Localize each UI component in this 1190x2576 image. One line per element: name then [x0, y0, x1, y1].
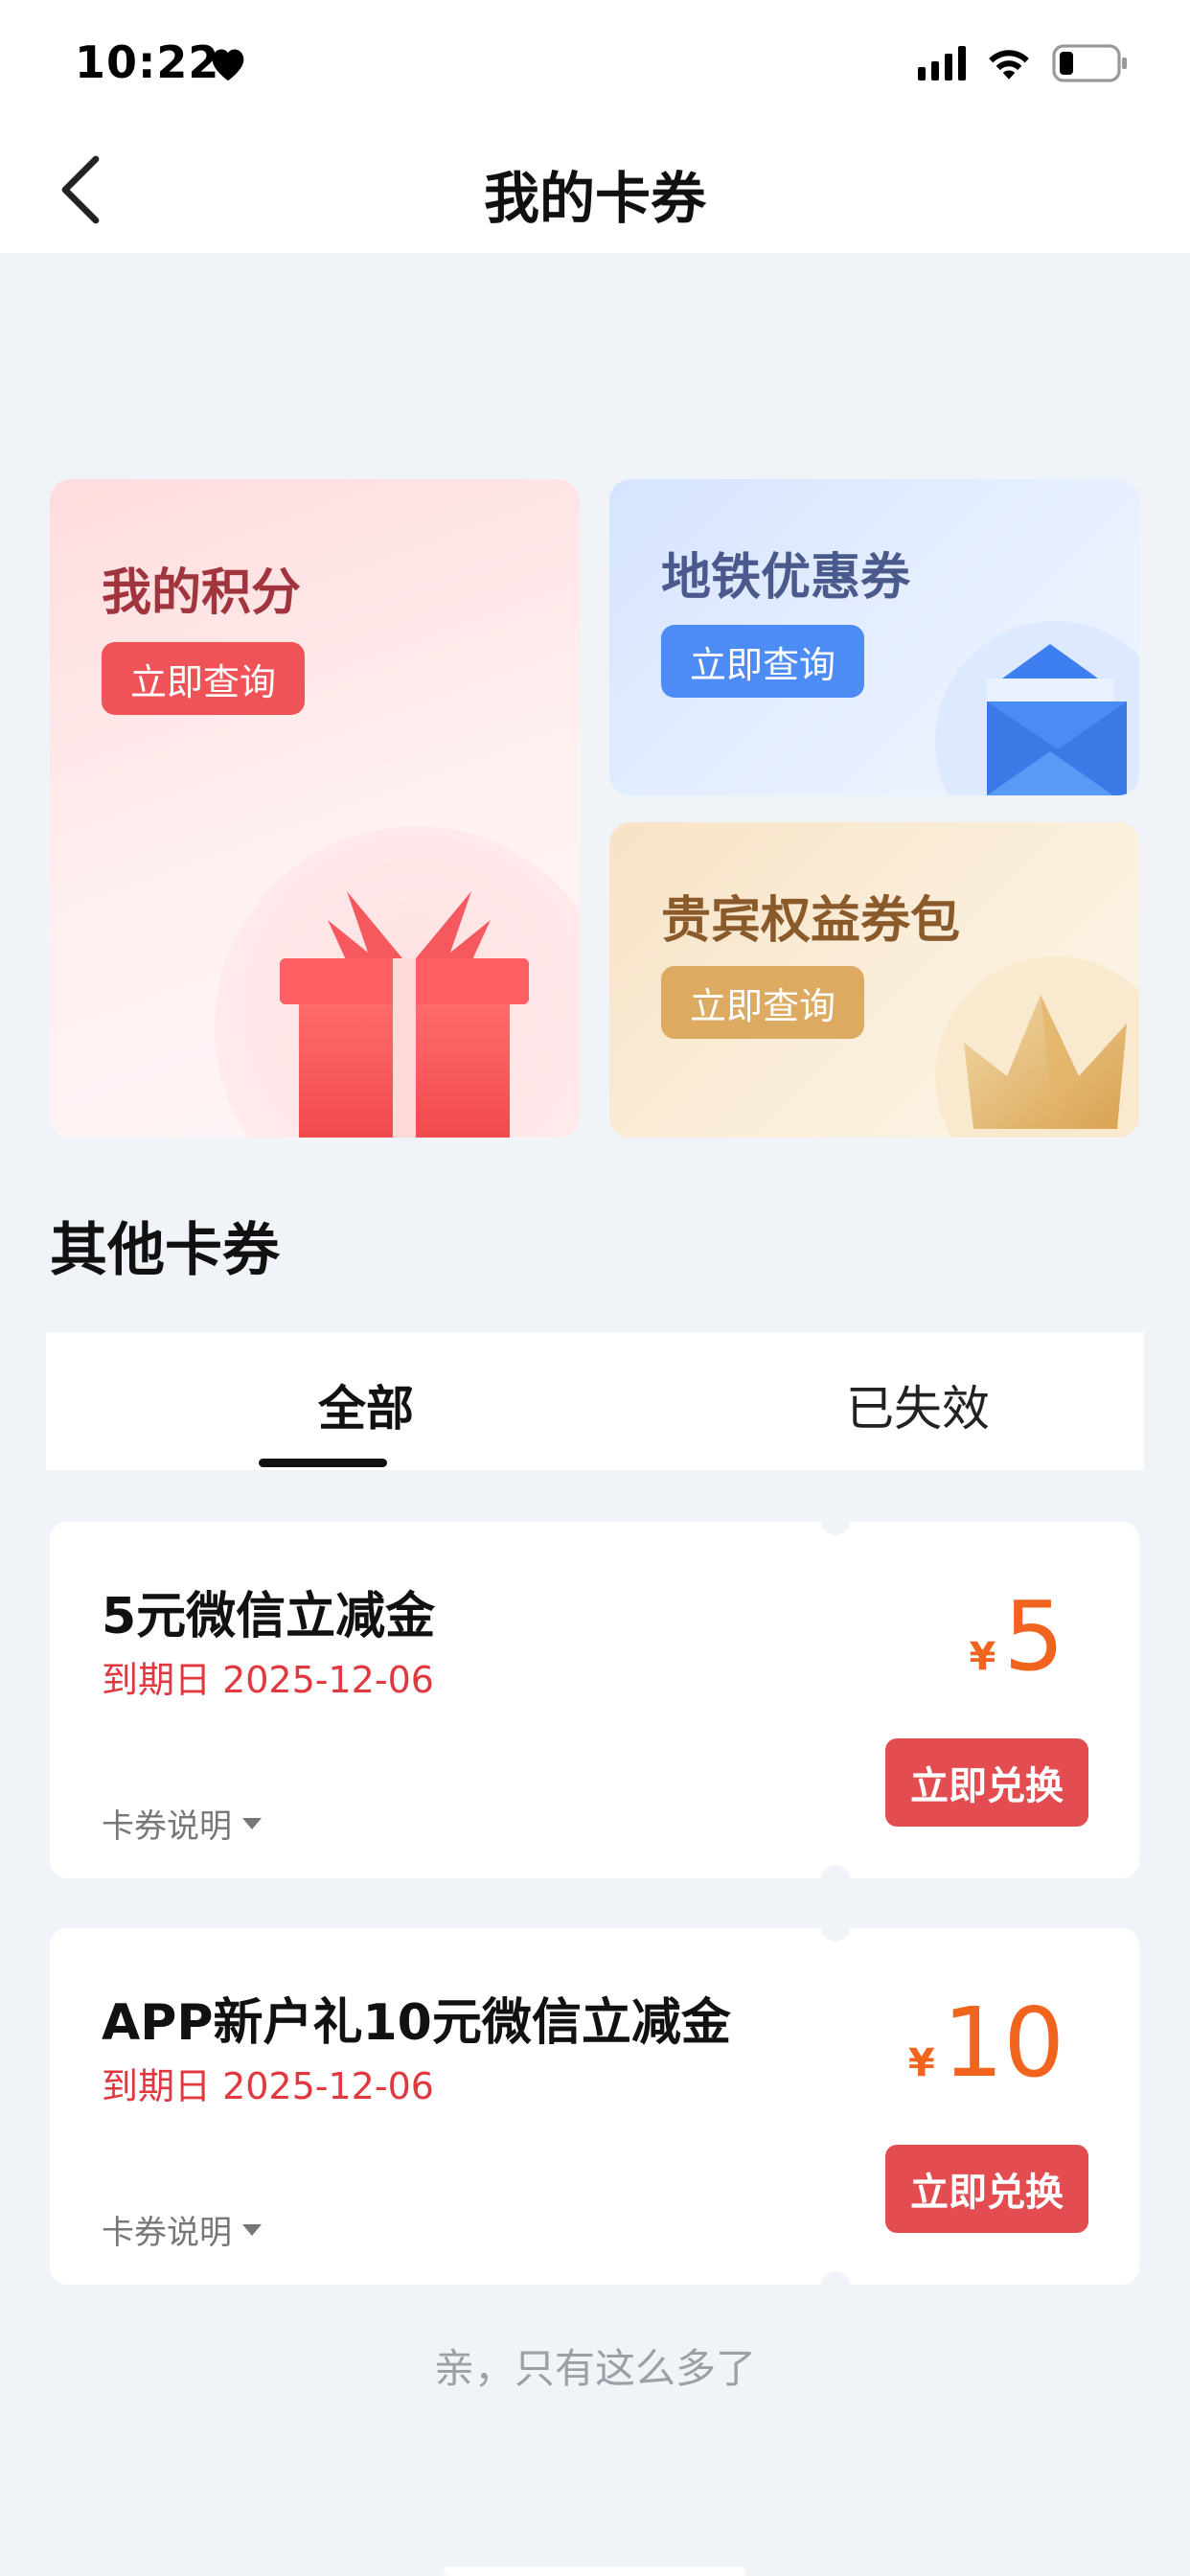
points-card[interactable]: 我的积分 立即查询	[50, 479, 580, 1138]
envelope-icon	[987, 644, 1127, 795]
ticket-notch	[821, 1865, 850, 1894]
subway-query-button[interactable]: 立即查询	[661, 625, 864, 698]
coupon-card: APP新户礼10元微信立减金 到期日 2025-12-06 卡券说明 ¥ 10 …	[50, 1913, 1139, 2300]
currency-symbol: ¥	[907, 2041, 935, 2085]
subway-coupon-card[interactable]: 地铁优惠券 立即查询	[609, 479, 1139, 795]
battery-icon	[1052, 44, 1127, 82]
active-tab-indicator	[259, 1459, 387, 1467]
coupon-card: 5元微信立减金 到期日 2025-12-06 卡券说明 ¥ 5 立即兑换	[50, 1506, 1139, 1894]
points-query-button[interactable]: 立即查询	[102, 642, 305, 715]
redeem-button[interactable]: 立即兑换	[885, 2145, 1088, 2233]
coupon-description-label: 卡券说明	[102, 2214, 232, 2252]
coupon-description-toggle[interactable]: 卡券说明	[102, 1800, 263, 1847]
end-of-list-note: 亲，只有这么多了	[433, 2345, 756, 2392]
caret-down-icon	[242, 1817, 262, 1829]
coupon-amount: 10	[942, 1987, 1064, 2099]
top-bar: 10:22 我的卡券	[0, 0, 1190, 253]
vip-query-button[interactable]: 立即查询	[661, 966, 864, 1039]
section-title: 其他卡券	[50, 1217, 280, 1284]
vip-card-title: 贵宾权益券包	[661, 892, 961, 950]
tab-expired[interactable]: 已失效	[774, 1370, 1062, 1439]
coupon-price: ¥ 10	[908, 1995, 1064, 2091]
page-title: 我的卡券	[483, 166, 706, 231]
coupon-name: 5元微信立减金	[102, 1588, 436, 1645]
redeem-button[interactable]: 立即兑换	[885, 1738, 1088, 1827]
currency-symbol: ¥	[969, 1635, 996, 1679]
subway-card-title: 地铁优惠券	[661, 549, 911, 607]
home-indicator	[444, 2566, 746, 2576]
coupon-expiry: 到期日 2025-12-06	[102, 2065, 434, 2107]
heart-icon	[212, 49, 244, 81]
status-time: 10:22	[75, 36, 220, 88]
coupon-description-toggle[interactable]: 卡券说明	[102, 2206, 263, 2253]
caret-down-icon	[242, 2223, 262, 2236]
points-card-title: 我的积分	[102, 564, 302, 622]
coupon-expiry: 到期日 2025-12-06	[102, 1659, 434, 1701]
tab-all[interactable]: 全部	[222, 1370, 510, 1439]
coupon-price: ¥ 5	[970, 1589, 1064, 1685]
signal-icon	[918, 46, 966, 80]
coupon-description-label: 卡券说明	[102, 1807, 232, 1846]
ticket-notch	[821, 1506, 850, 1535]
gift-icon	[280, 891, 529, 1138]
crown-icon	[964, 995, 1127, 1129]
coupon-amount: 5	[1003, 1580, 1064, 1692]
coupon-name: APP新户礼10元微信立减金	[102, 1994, 731, 2052]
coupon-tabs: 全部 已失效	[46, 1332, 1144, 1470]
vip-rights-card[interactable]: 贵宾权益券包 立即查询	[609, 822, 1139, 1138]
wifi-icon	[989, 50, 1029, 80]
ticket-notch	[821, 2271, 850, 2300]
ticket-notch	[821, 1913, 850, 1942]
